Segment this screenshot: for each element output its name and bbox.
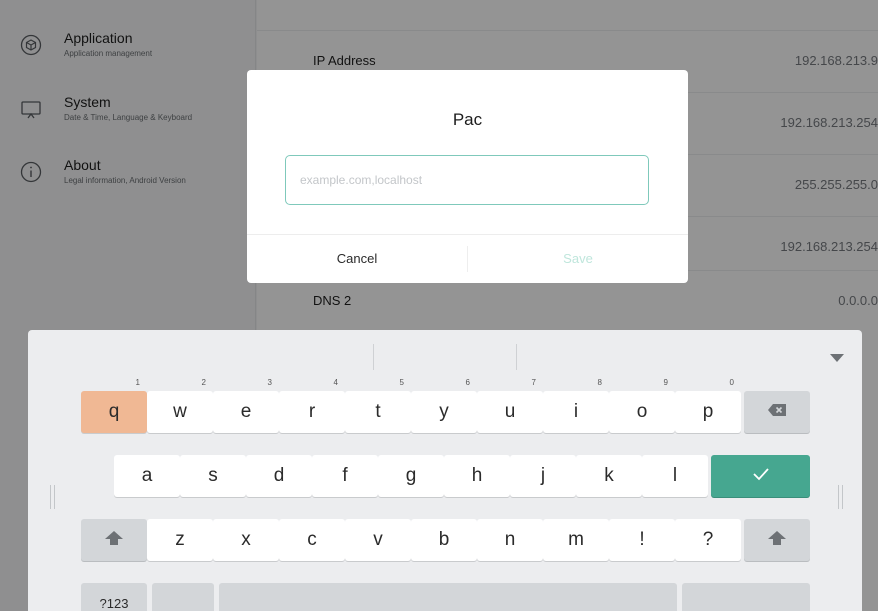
key-label: g: [405, 465, 417, 486]
key-hint: 3: [267, 378, 272, 387]
key-e[interactable]: e3: [213, 378, 279, 433]
key-hint: 4: [333, 378, 338, 387]
dialog-title: Pac: [452, 110, 483, 129]
key-y[interactable]: y6: [411, 378, 477, 433]
period-key[interactable]: [682, 583, 810, 611]
key-q[interactable]: q1: [81, 378, 147, 433]
symbols-key[interactable]: ?123: [81, 583, 147, 611]
key-question[interactable]: ?: [675, 519, 741, 561]
key-c[interactable]: c: [279, 519, 345, 561]
key-f[interactable]: f: [312, 455, 378, 497]
suggestion-bar: [28, 330, 862, 382]
key-hint: 7: [531, 378, 536, 387]
key-u[interactable]: u7: [477, 378, 543, 433]
key-b[interactable]: b: [411, 519, 477, 561]
checkmark-icon: [752, 467, 770, 481]
key-label: q: [108, 401, 120, 422]
spacebar-key[interactable]: [219, 583, 677, 611]
keyboard-collapse-icon[interactable]: [829, 350, 849, 362]
key-d[interactable]: d: [246, 455, 312, 497]
key-label: ?: [702, 529, 714, 550]
key-exclamation[interactable]: !: [609, 519, 675, 561]
key-label: r: [308, 401, 316, 422]
key-label: o: [636, 401, 648, 422]
key-hint: 8: [597, 378, 602, 387]
key-g[interactable]: g: [378, 455, 444, 497]
key-label: m: [568, 529, 584, 550]
key-hint: 6: [465, 378, 470, 387]
key-h[interactable]: h: [444, 455, 510, 497]
right-resize-handle[interactable]: [835, 485, 847, 509]
key-j[interactable]: j: [510, 455, 576, 497]
key-label: k: [604, 465, 614, 486]
suggestion-divider: [516, 344, 517, 370]
key-hint: 0: [729, 378, 734, 387]
key-label: h: [471, 465, 483, 486]
backspace-key[interactable]: [744, 391, 810, 433]
comma-key[interactable]: [152, 583, 214, 611]
key-t[interactable]: t5: [345, 378, 411, 433]
key-label: y: [439, 401, 449, 422]
cancel-button[interactable]: Cancel: [247, 235, 467, 283]
shift-icon: [104, 530, 124, 546]
key-label: a: [141, 465, 153, 486]
key-label: n: [504, 529, 516, 550]
key-hint: 9: [663, 378, 668, 387]
key-p[interactable]: p0: [675, 378, 741, 433]
left-resize-handle[interactable]: [47, 485, 59, 509]
key-label: v: [373, 529, 383, 550]
pac-input[interactable]: [285, 155, 649, 205]
soft-keyboard: q1 w2 e3 r4 t5 y6 u7 i8 o9 p0 a s d f g …: [28, 330, 862, 611]
key-label: u: [504, 401, 516, 422]
key-hint: 1: [135, 378, 140, 387]
key-label: w: [173, 401, 187, 422]
key-label: p: [702, 401, 714, 422]
key-hint: 5: [399, 378, 404, 387]
key-label: !: [639, 529, 645, 550]
key-v[interactable]: v: [345, 519, 411, 561]
key-s[interactable]: s: [180, 455, 246, 497]
key-x[interactable]: x: [213, 519, 279, 561]
key-label: t: [375, 401, 381, 422]
suggestion-divider: [373, 344, 374, 370]
key-l[interactable]: l: [642, 455, 708, 497]
key-n[interactable]: n: [477, 519, 543, 561]
key-label: l: [672, 465, 678, 486]
key-label: b: [438, 529, 450, 550]
key-w[interactable]: w2: [147, 378, 213, 433]
save-button[interactable]: Save: [468, 235, 688, 283]
shift-left-key[interactable]: [81, 519, 147, 561]
backspace-icon: [767, 403, 787, 417]
key-label: e: [240, 401, 252, 422]
key-z[interactable]: z: [147, 519, 213, 561]
key-hint: 2: [201, 378, 206, 387]
key-r[interactable]: r4: [279, 378, 345, 433]
key-label: j: [540, 465, 546, 486]
key-k[interactable]: k: [576, 455, 642, 497]
shift-right-key[interactable]: [744, 519, 810, 561]
key-a[interactable]: a: [114, 455, 180, 497]
key-label: d: [273, 465, 285, 486]
key-i[interactable]: i8: [543, 378, 609, 433]
key-o[interactable]: o9: [609, 378, 675, 433]
key-label: c: [307, 529, 317, 550]
key-label: z: [175, 529, 185, 550]
key-label: s: [208, 465, 218, 486]
pac-dialog: Pac Cancel Save: [247, 70, 688, 283]
key-label: f: [342, 465, 348, 486]
enter-key[interactable]: [711, 455, 810, 497]
key-m[interactable]: m: [543, 519, 609, 561]
key-label: i: [573, 401, 579, 422]
shift-icon: [767, 530, 787, 546]
key-label: x: [241, 529, 251, 550]
